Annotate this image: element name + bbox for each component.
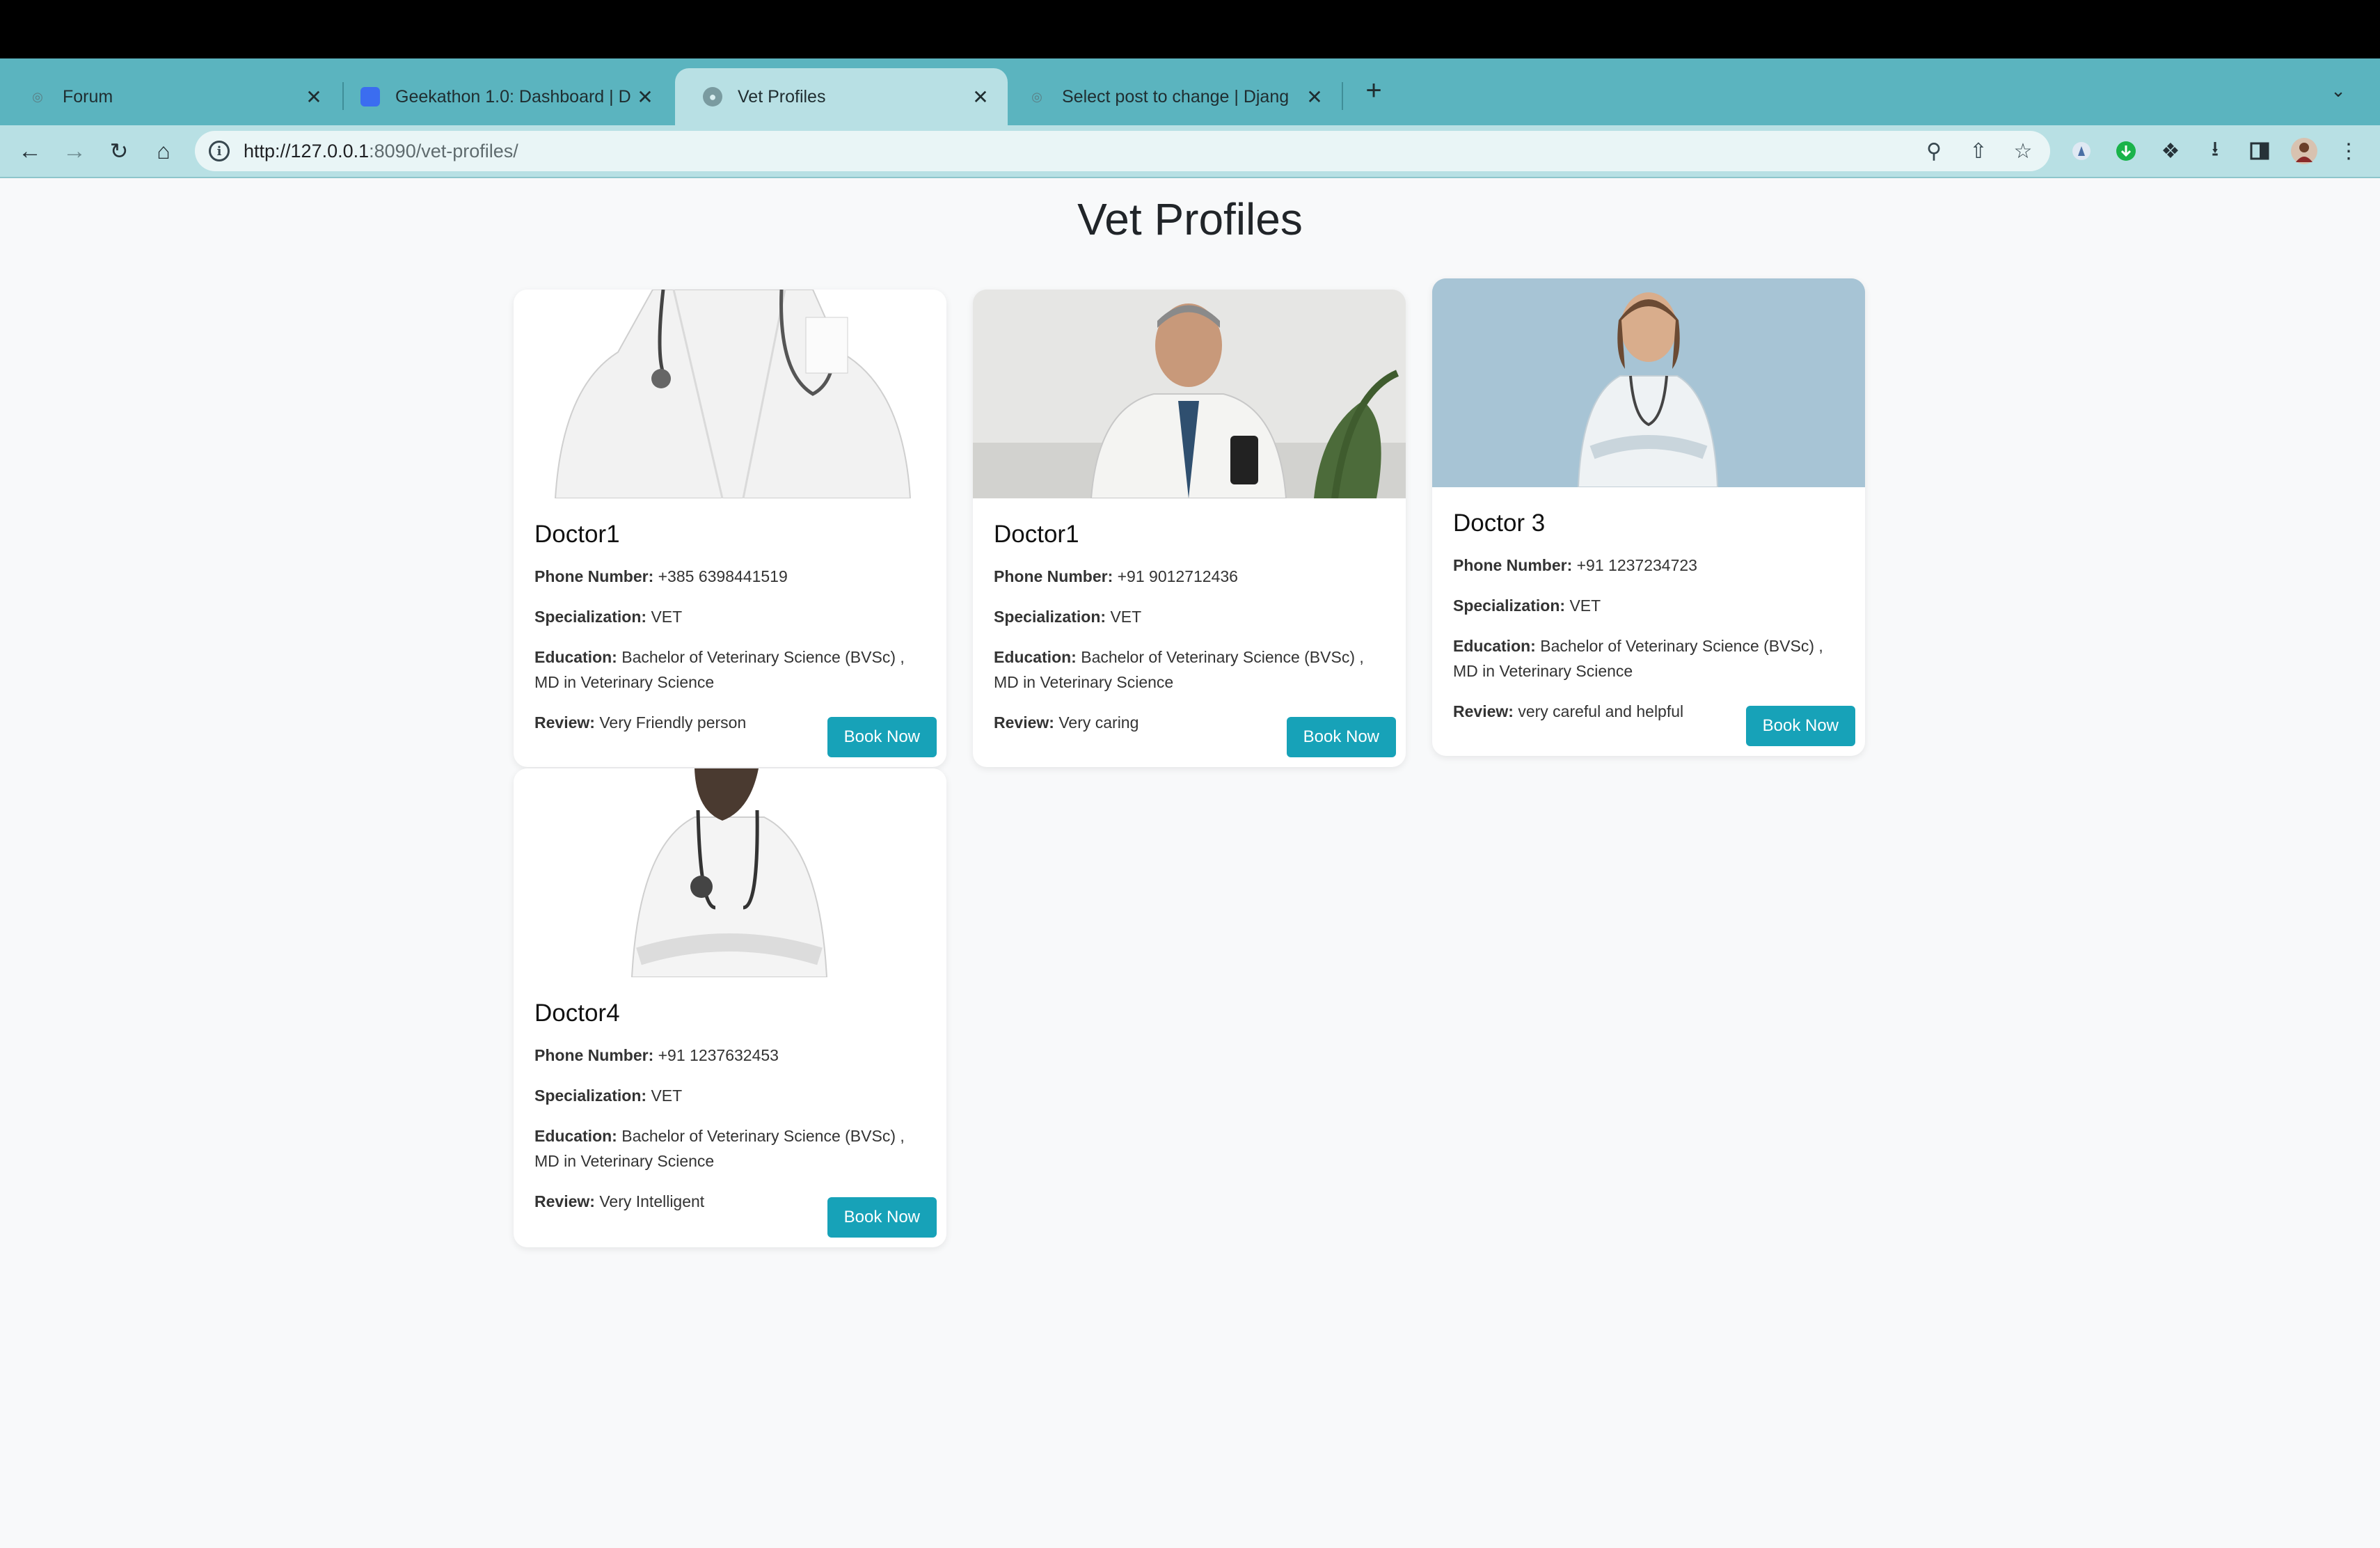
- url-path: :8090/vet-profiles/: [369, 140, 518, 161]
- doctor-name: Doctor4: [534, 1000, 620, 1027]
- tab-title: Vet Profiles: [738, 86, 826, 106]
- tab-strip: ◎ Forum ✕ Geekathon 1.0: Dashboard | D ✕…: [0, 58, 2380, 125]
- zoom-icon[interactable]: ⚲: [1917, 134, 1951, 168]
- specialization-label: Specialization:: [534, 1087, 647, 1105]
- back-arrow-icon[interactable]: ←: [13, 134, 47, 168]
- review-label: Review:: [534, 713, 595, 732]
- phone-line: Phone Number: +385 6398441519: [534, 564, 926, 589]
- bookmark-star-icon[interactable]: ☆: [2006, 134, 2040, 168]
- book-now-button[interactable]: Book Now: [1745, 706, 1855, 746]
- doctor-card: Doctor1 Phone Number: +385 6398441519 Sp…: [514, 290, 946, 767]
- doctor-photo: [514, 290, 946, 498]
- os-menu-bar: [0, 0, 2380, 58]
- tab-search-chevron-down-icon[interactable]: ⌄: [2324, 75, 2352, 106]
- close-icon[interactable]: ✕: [303, 86, 324, 108]
- close-icon[interactable]: ✕: [1304, 86, 1325, 108]
- phone-value: +91 1237234723: [1576, 556, 1697, 574]
- tab-separator: [1342, 82, 1343, 110]
- tab-title: Geekathon 1.0: Dashboard | D: [395, 86, 631, 106]
- forum-favicon-icon: ◎: [32, 89, 43, 104]
- doctor-name: Doctor 3: [1453, 510, 1546, 537]
- side-panel-icon[interactable]: [2242, 134, 2277, 168]
- review-label: Review:: [1453, 702, 1514, 720]
- django-favicon-icon: ◎: [1031, 89, 1042, 104]
- puzzle-extensions-icon[interactable]: ❖: [2153, 134, 2188, 168]
- education-label: Education:: [1453, 637, 1536, 655]
- phone-value: +91 1237632453: [658, 1046, 779, 1064]
- reload-icon[interactable]: ↻: [102, 134, 136, 168]
- tab-forum[interactable]: ◎ Forum ✕: [0, 68, 341, 125]
- url-text: http://127.0.0.1:8090/vet-profiles/: [244, 141, 518, 162]
- close-icon[interactable]: ✕: [970, 86, 991, 108]
- tab-title: Forum: [63, 86, 113, 106]
- review-value: very careful and helpful: [1518, 702, 1684, 720]
- review-value: Very caring: [1058, 713, 1139, 732]
- book-now-button[interactable]: Book Now: [1286, 717, 1396, 757]
- doctor-photo: [973, 290, 1406, 498]
- education-label: Education:: [534, 1127, 617, 1145]
- education-line: Education: Bachelor of Veterinary Scienc…: [534, 645, 926, 695]
- tab-django-admin[interactable]: ◎ Select post to change | Djang ✕: [1008, 68, 1342, 125]
- page-title: Vet Profiles: [1077, 194, 1303, 244]
- specialization-value: VET: [651, 1087, 683, 1105]
- doctor-photo: [1432, 278, 1865, 487]
- doctor-name: Doctor1: [994, 521, 1079, 548]
- url-host: http://127.0.0.1: [244, 140, 370, 161]
- home-icon[interactable]: ⌂: [146, 134, 181, 168]
- education-label: Education:: [534, 648, 617, 666]
- specialization-line: Specialization: VET: [994, 604, 1385, 629]
- education-line: Education: Bachelor of Veterinary Scienc…: [534, 1123, 926, 1174]
- doctor-name: Doctor1: [534, 521, 620, 548]
- education-label: Education:: [994, 648, 1077, 666]
- green-extension-icon[interactable]: [2109, 134, 2143, 168]
- specialization-line: Specialization: VET: [534, 1083, 926, 1108]
- share-icon[interactable]: ⇧: [1961, 134, 1996, 168]
- book-now-button[interactable]: Book Now: [827, 717, 937, 757]
- specialization-value: VET: [1569, 597, 1601, 615]
- review-value: Very Intelligent: [599, 1192, 705, 1210]
- profile-avatar[interactable]: [2287, 134, 2322, 168]
- tab-geekathon-dashboard[interactable]: Geekathon 1.0: Dashboard | D ✕: [344, 68, 672, 125]
- phone-line: Phone Number: +91 9012712436: [994, 564, 1385, 589]
- globe-favicon-icon: ●: [703, 87, 722, 106]
- browser-toolbar: ← → ↻ ⌂ i http://127.0.0.1:8090/vet-prof…: [0, 125, 2380, 178]
- tab-title: Select post to change | Djang: [1062, 86, 1290, 106]
- specialization-label: Specialization:: [1453, 597, 1566, 615]
- doctor-card: Doctor4 Phone Number: +91 1237632453 Spe…: [514, 768, 946, 1247]
- specialization-label: Specialization:: [994, 608, 1106, 626]
- review-label: Review:: [994, 713, 1054, 732]
- tab-vet-profiles[interactable]: ● Vet Profiles ✕: [675, 68, 1008, 125]
- site-info-icon[interactable]: i: [209, 141, 230, 161]
- education-line: Education: Bachelor of Veterinary Scienc…: [994, 645, 1385, 695]
- address-bar-actions: ⚲ ⇧ ☆: [1917, 134, 2040, 168]
- specialization-line: Specialization: VET: [534, 604, 926, 629]
- dashboard-favicon-icon: [360, 87, 380, 106]
- phone-label: Phone Number:: [534, 567, 654, 585]
- review-value: Very Friendly person: [599, 713, 747, 732]
- phone-line: Phone Number: +91 1237632453: [534, 1043, 926, 1068]
- phone-value: +91 9012712436: [1117, 567, 1238, 585]
- phone-label: Phone Number:: [994, 567, 1113, 585]
- download-icon[interactable]: ⭳: [2198, 134, 2232, 168]
- specialization-line: Specialization: VET: [1453, 593, 1844, 618]
- phone-label: Phone Number:: [1453, 556, 1573, 574]
- education-line: Education: Bachelor of Veterinary Scienc…: [1453, 633, 1844, 684]
- phone-value: +385 6398441519: [658, 567, 788, 585]
- address-bar[interactable]: i http://127.0.0.1:8090/vet-profiles/ ⚲ …: [195, 131, 2050, 171]
- specialization-label: Specialization:: [534, 608, 647, 626]
- new-tab-plus-icon[interactable]: +: [1358, 75, 1389, 106]
- close-icon[interactable]: ✕: [635, 86, 656, 108]
- specialization-value: VET: [651, 608, 683, 626]
- phone-line: Phone Number: +91 1237234723: [1453, 553, 1844, 578]
- extension-icon[interactable]: [2064, 134, 2099, 168]
- doctor-card: Doctor1 Phone Number: +91 9012712436 Spe…: [973, 290, 1406, 767]
- forward-arrow-icon[interactable]: →: [57, 134, 92, 168]
- doctor-card: Doctor 3 Phone Number: +91 1237234723 Sp…: [1432, 278, 1865, 756]
- phone-label: Phone Number:: [534, 1046, 654, 1064]
- specialization-value: VET: [1110, 608, 1142, 626]
- browser-menu-kebab-icon[interactable]: ⋮: [2331, 134, 2366, 168]
- book-now-button[interactable]: Book Now: [827, 1197, 937, 1238]
- doctor-photo: [514, 768, 946, 977]
- review-label: Review:: [534, 1192, 595, 1210]
